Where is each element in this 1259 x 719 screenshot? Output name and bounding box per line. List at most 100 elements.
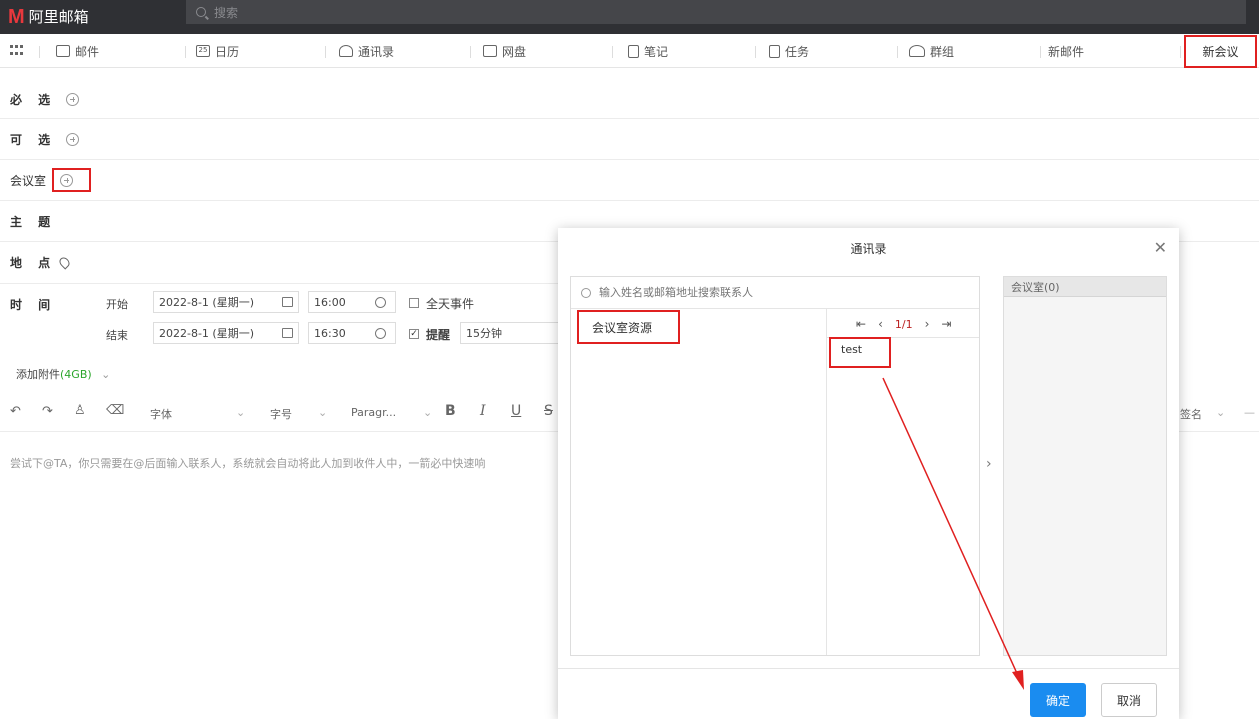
chevron-down-icon: ⌄ xyxy=(423,406,433,419)
all-day-label: 全天事件 xyxy=(426,297,475,311)
nav-new-meeting-label: 新会议 xyxy=(1202,45,1239,59)
contacts-icon xyxy=(339,45,353,57)
room-label: 会议室 xyxy=(10,173,47,188)
nav-new-meeting[interactable]: 新会议 xyxy=(1184,35,1257,68)
all-day-checkbox[interactable] xyxy=(409,298,419,308)
add-room-highlight xyxy=(52,168,91,192)
italic-icon[interactable]: I xyxy=(480,403,486,419)
contact-search-input[interactable] xyxy=(599,286,959,299)
nav-notes[interactable]: 笔记 xyxy=(628,34,668,68)
app-logo[interactable]: M 阿里邮箱 xyxy=(8,6,89,28)
signature-select[interactable]: 签名 xyxy=(1180,406,1202,422)
drive-icon xyxy=(483,45,497,57)
optional-attendees-row: 可 选 xyxy=(0,119,1259,160)
tasks-icon xyxy=(769,44,780,58)
search-placeholder: 搜索 xyxy=(214,5,239,20)
time-label: 时 间 xyxy=(10,298,57,312)
subject-label: 主 题 xyxy=(10,214,57,229)
clock-icon[interactable] xyxy=(375,297,386,308)
calendar-icon[interactable] xyxy=(282,328,293,338)
horizontal-rule-icon[interactable]: — xyxy=(1244,406,1255,419)
nav-mail[interactable]: 邮件 xyxy=(56,34,99,68)
start-date-value: 2022-8-1 (星期一) xyxy=(159,296,255,309)
reminder-label: 提醒 xyxy=(426,328,451,342)
nav-new-mail-label: 新邮件 xyxy=(1048,44,1085,59)
strikethrough-icon[interactable]: S xyxy=(544,403,553,419)
contacts-picker: 会议室资源 ⇤ ‹ 1/1 › ⇥ test xyxy=(570,276,980,656)
first-page-icon[interactable]: ⇤ xyxy=(856,317,866,331)
time-section: 时 间 开始 2022-8-1 (星期一) 16:00 全天事件 结束 2022… xyxy=(0,284,560,354)
start-time-value: 16:00 xyxy=(314,295,346,309)
nav-notes-label: 笔记 xyxy=(644,44,669,59)
font-size-select[interactable]: 字号 xyxy=(270,406,292,422)
location-pin-icon[interactable] xyxy=(57,255,72,270)
group-item-room-resources[interactable]: 会议室资源 xyxy=(577,310,680,344)
attach-size: (4GB) xyxy=(60,368,92,381)
chevron-down-icon: ⌄ xyxy=(101,368,111,381)
reminder-select[interactable]: 15分钟 xyxy=(460,322,558,344)
confirm-button[interactable]: 确定 xyxy=(1030,683,1086,717)
underline-icon[interactable]: U xyxy=(511,403,521,419)
nav-contacts-label: 通讯录 xyxy=(358,44,395,59)
calendar-icon[interactable] xyxy=(282,297,293,307)
pager: ⇤ ‹ 1/1 › ⇥ xyxy=(856,317,951,331)
prev-page-icon[interactable]: ‹ xyxy=(878,317,883,331)
panel-divider xyxy=(826,309,827,655)
add-required-icon[interactable] xyxy=(66,92,80,106)
group-icon xyxy=(909,45,925,57)
top-bar: M 阿里邮箱 搜索 xyxy=(0,0,1259,34)
reminder-value: 15分钟 xyxy=(466,327,502,340)
editor-body[interactable]: 尝试下@TA，你只需要在@后面输入联系人，系统就会自动将此人加到收件人中，一箭必… xyxy=(10,455,560,471)
nav-tasks[interactable]: 任务 xyxy=(769,34,809,68)
undo-icon[interactable]: ↶ xyxy=(10,404,21,419)
main-nav: 邮件 25 日历 通讯录 网盘 笔记 任务 群组 新邮件 xyxy=(0,34,1259,68)
required-attendees-row: 必 选 xyxy=(0,80,1259,119)
add-optional-icon[interactable] xyxy=(66,132,80,146)
chevron-down-icon: ⌄ xyxy=(1216,406,1226,419)
cancel-button[interactable]: 取消 xyxy=(1101,683,1157,717)
last-page-icon[interactable]: ⇥ xyxy=(941,317,951,331)
logo-text: 阿里邮箱 xyxy=(28,8,89,26)
editor-hint-text: 尝试下@TA，你只需要在@后面输入联系人，系统就会自动将此人加到收件人中，一箭必… xyxy=(10,457,486,470)
search-icon xyxy=(581,287,591,298)
nav-drive-label: 网盘 xyxy=(502,44,527,59)
nav-calendar[interactable]: 25 日历 xyxy=(196,34,239,68)
nav-groups-label: 群组 xyxy=(930,44,955,59)
nav-new-mail[interactable]: 新邮件 xyxy=(1048,34,1084,68)
nav-mail-label: 邮件 xyxy=(75,44,100,59)
end-date-value: 2022-8-1 (星期一) xyxy=(159,327,255,340)
nav-drive[interactable]: 网盘 xyxy=(483,34,526,68)
paragraph-select[interactable]: Paragr... xyxy=(351,406,396,419)
nav-groups[interactable]: 群组 xyxy=(909,34,954,68)
format-painter-icon[interactable]: ♙ xyxy=(74,403,86,418)
clock-icon[interactable] xyxy=(375,328,386,339)
bold-icon[interactable]: B xyxy=(445,403,456,419)
nav-contacts[interactable]: 通讯录 xyxy=(339,34,394,68)
close-icon[interactable]: ✕ xyxy=(1154,238,1167,257)
apps-grid-button[interactable] xyxy=(10,34,24,68)
logo-mark: M xyxy=(8,6,25,28)
list-item[interactable]: test xyxy=(829,337,891,368)
page-indicator: 1/1 xyxy=(894,317,913,331)
next-page-icon[interactable]: › xyxy=(925,317,930,331)
notes-icon xyxy=(628,44,639,58)
contacts-dialog: 通讯录 ✕ 会议室资源 ⇤ ‹ 1/1 › ⇥ test › 会议室(0) 确定… xyxy=(558,228,1179,719)
location-row: 地 点 xyxy=(0,242,558,284)
optional-label: 可 选 xyxy=(10,132,57,147)
font-select[interactable]: 字体 xyxy=(150,406,172,422)
add-selected-chevron-icon[interactable]: › xyxy=(986,456,992,472)
eraser-icon[interactable]: ⌫ xyxy=(106,403,124,418)
list-item-label: test xyxy=(841,343,863,356)
calendar-icon: 25 xyxy=(196,45,210,57)
end-time-value: 16:30 xyxy=(314,326,346,340)
nav-tasks-label: 任务 xyxy=(785,44,810,59)
end-date-field[interactable]: 2022-8-1 (星期一) xyxy=(153,322,299,344)
redo-icon[interactable]: ↷ xyxy=(42,404,53,419)
add-attachment-button[interactable]: 添加附件(4GB) ⌄ xyxy=(16,366,110,382)
start-date-field[interactable]: 2022-8-1 (星期一) xyxy=(153,291,299,313)
location-label: 地 点 xyxy=(10,256,57,270)
chevron-down-icon: ⌄ xyxy=(318,406,328,419)
reminder-checkbox[interactable]: ✓ xyxy=(409,329,419,339)
global-search-input[interactable]: 搜索 xyxy=(186,0,1246,24)
meeting-room-row: 会议室 xyxy=(0,160,1259,201)
